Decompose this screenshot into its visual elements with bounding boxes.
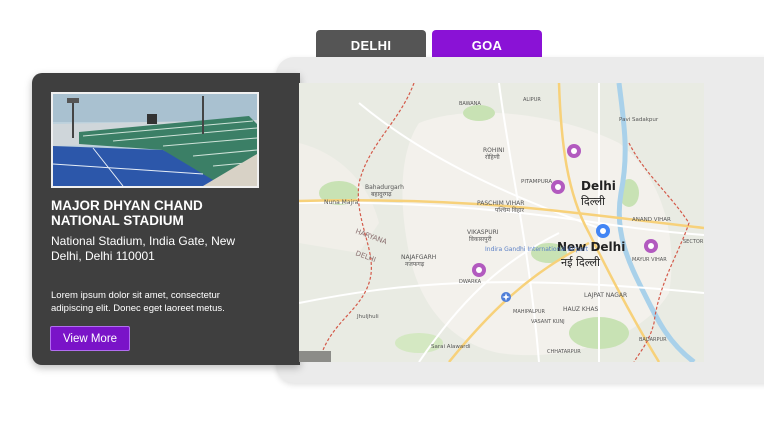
map-thumbnail[interactable] xyxy=(299,351,331,362)
stadium-photo xyxy=(51,92,259,188)
map-label-anand-vihar: ANAND VIHAR xyxy=(632,217,671,223)
map-label-airport: Indira Gandhi International Airport xyxy=(485,246,589,253)
map-label-pitampura: PITAMPURA xyxy=(521,179,552,185)
map-view[interactable]: ROHINI रोहिणी PITAMPURA Delhi दिल्ली PAS… xyxy=(299,83,704,362)
map-label-vikaspuri-hi: विकासपुरी xyxy=(469,235,492,243)
map-label-paschim-vihar: PASCHIM VIHAR xyxy=(477,200,524,207)
map-label-bawana: BAWANA xyxy=(459,101,481,107)
map-label-najafgarh: NAJAFGARH xyxy=(401,254,436,261)
venue-address: National Stadium, India Gate, New Delhi,… xyxy=(51,234,236,263)
current-location-marker[interactable] xyxy=(596,224,610,238)
map-label-pavi-sadakpur: Pavi Sadakpur xyxy=(619,117,659,123)
map-label-sarai-alawardi: Sarai Alawardi xyxy=(431,344,471,350)
map-label-badarpur: BADARPUR xyxy=(639,337,667,343)
map-label-chhatarpur: CHHATARPUR xyxy=(547,349,581,355)
map-label-vasant-kunj: VASANT KUNJ xyxy=(531,319,565,325)
venue-marker-2[interactable] xyxy=(551,180,565,194)
map-label-vikaspuri: VIKASPURI xyxy=(467,229,499,236)
venue-name: MAJOR DHYAN CHAND NATIONAL STADIUM xyxy=(51,198,203,228)
map-label-jhuljhuli: Jhuljhuli xyxy=(356,314,379,320)
map-label-rohini: ROHINI xyxy=(483,147,505,154)
map-label-nuna-majra: Nuna Majra xyxy=(324,199,359,206)
map-label-delhi-hi: दिल्ली xyxy=(581,195,605,208)
map-label-hauz-khas: HAUZ KHAS xyxy=(563,306,598,313)
map-label-mayur-vihar: MAYUR VIHAR xyxy=(632,257,667,263)
map-label-dwarka: DWARKA xyxy=(459,279,482,285)
map-label-lajpat-nagar: LAJPAT NAGAR xyxy=(584,292,627,299)
view-more-button[interactable]: View More xyxy=(50,326,130,351)
venue-marker-3[interactable] xyxy=(644,239,658,253)
map-label-paschim-vihar-hi: पश्चिम विहार xyxy=(495,206,524,214)
venue-description: Lorem ipsum dolor sit amet, consectetur … xyxy=(51,290,225,314)
map-label-bahadurgarh-hi: बहादुरगढ़ xyxy=(371,191,392,198)
map-label-sector: SECTOR xyxy=(683,239,704,245)
map-label-najafgarh-hi: नजफगढ़ xyxy=(405,261,425,268)
map-label-new-delhi-hi: नई दिल्ली xyxy=(561,256,600,269)
map-label-mahipalpur: MAHIPALPUR xyxy=(513,309,546,315)
map-label-alipur: ALIPUR xyxy=(523,97,541,103)
venue-marker-4[interactable] xyxy=(472,263,486,277)
tab-goa[interactable]: GOA xyxy=(432,30,542,60)
map-label-bahadurgarh: Bahadurgarh xyxy=(365,184,404,191)
map-label-delhi: Delhi xyxy=(581,179,616,193)
venue-marker-1[interactable] xyxy=(567,144,581,158)
tab-delhi[interactable]: DELHI xyxy=(316,30,426,60)
airport-icon xyxy=(501,292,511,302)
map-label-rohini-hi: रोहिणी xyxy=(485,153,500,161)
